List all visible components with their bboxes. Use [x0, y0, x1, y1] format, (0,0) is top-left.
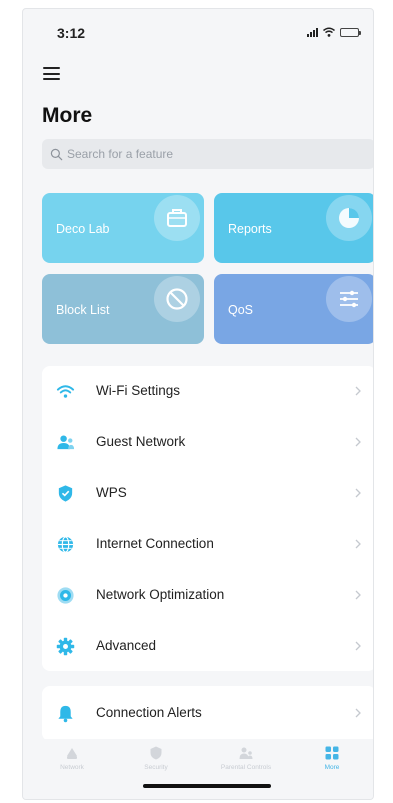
chevron-right-icon: [355, 539, 361, 549]
search-icon: [50, 148, 63, 160]
tile-label: QoS: [228, 303, 254, 317]
feature-tiles: Deco Lab Reports Block List QoS: [42, 193, 373, 345]
pie-chart-icon: [326, 195, 372, 241]
menu-item-connection-alerts[interactable]: Connection Alerts: [42, 688, 373, 739]
network-icon: [67, 748, 77, 759]
deco-lab-tile[interactable]: Deco Lab: [42, 193, 204, 263]
guest-users-icon: [57, 435, 75, 450]
menu-item-label: WPS: [96, 485, 127, 500]
chevron-right-icon: [355, 437, 361, 447]
settings-menu-card: Wi-Fi Settings Guest Network WPS Interne…: [42, 366, 373, 672]
security-icon: [150, 746, 162, 760]
status-bar: 3:12: [23, 9, 373, 53]
menu-item-network-optimization[interactable]: Network Optimization: [42, 570, 373, 621]
sliders-icon: [326, 276, 372, 322]
cellular-signal-icon: [307, 27, 318, 37]
chevron-right-icon: [355, 708, 361, 718]
block-icon: [154, 276, 200, 322]
block-list-tile[interactable]: Block List: [42, 274, 204, 344]
tile-label: Deco Lab: [56, 222, 110, 236]
app-screen: 3:12 More Deco Lab: [22, 8, 374, 800]
bell-icon: [58, 705, 73, 723]
globe-icon: [57, 536, 74, 553]
menu-item-label: Wi-Fi Settings: [96, 383, 181, 398]
menu-item-wifi-settings[interactable]: Wi-Fi Settings: [42, 366, 373, 417]
more-grid-icon: [325, 746, 339, 760]
wifi-icon: [56, 385, 75, 398]
tab-more[interactable]: More: [297, 745, 367, 771]
menu-item-label: Network Optimization: [96, 587, 225, 602]
menu-item-internet-connection[interactable]: Internet Connection: [42, 519, 373, 570]
chevron-right-icon: [355, 641, 361, 651]
search-bar[interactable]: [42, 139, 373, 169]
tile-label: Reports: [228, 222, 272, 236]
menu-item-advanced[interactable]: Advanced: [42, 621, 373, 672]
shield-icon: [58, 485, 73, 502]
wifi-status-icon: [323, 27, 335, 37]
tile-label: Block List: [56, 303, 110, 317]
tab-network[interactable]: Network: [37, 745, 107, 771]
status-time: 3:12: [57, 25, 86, 41]
toolbox-icon: [154, 195, 200, 241]
page-title: More: [42, 104, 93, 127]
status-icons: [307, 27, 361, 37]
chevron-right-icon: [355, 386, 361, 396]
tab-label: More: [324, 764, 340, 771]
qos-tile[interactable]: QoS: [214, 274, 373, 344]
gear-icon: [56, 637, 75, 656]
menu-item-label: Connection Alerts: [96, 705, 202, 720]
battery-icon: [340, 27, 361, 37]
menu-item-guest-network[interactable]: Guest Network: [42, 417, 373, 468]
tab-label: Parental Controls: [220, 764, 272, 771]
reports-tile[interactable]: Reports: [214, 193, 373, 263]
hamburger-menu-icon[interactable]: [43, 67, 60, 80]
alerts-menu-card: Connection Alerts: [42, 686, 373, 741]
chevron-right-icon: [355, 488, 361, 498]
menu-item-wps[interactable]: WPS: [42, 468, 373, 519]
bottom-tab-bar: Network Security Parental Controls More: [23, 739, 373, 799]
home-indicator: [143, 784, 271, 788]
tab-security[interactable]: Security: [121, 745, 191, 771]
chevron-right-icon: [355, 590, 361, 600]
search-input[interactable]: [67, 147, 367, 161]
parental-controls-icon: [239, 747, 253, 759]
menu-item-label: Advanced: [96, 638, 157, 653]
tab-label: Security: [144, 764, 168, 771]
menu-item-label: Internet Connection: [96, 536, 214, 551]
tab-parental-controls[interactable]: Parental Controls: [211, 745, 281, 771]
optimization-icon: [57, 587, 74, 604]
tab-label: Network: [60, 764, 84, 771]
menu-item-label: Guest Network: [96, 434, 186, 449]
